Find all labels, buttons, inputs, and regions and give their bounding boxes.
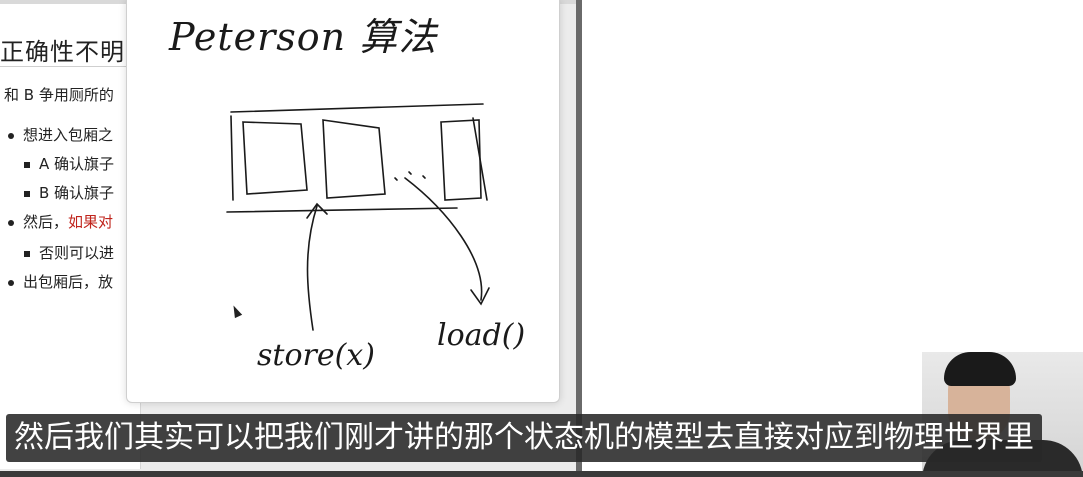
highlight-text: 如果对 <box>68 213 114 231</box>
bullet-icon <box>8 279 14 286</box>
bottom-bar <box>0 471 1083 477</box>
bullet-icon <box>24 161 30 168</box>
list-item: 否则可以进 <box>24 242 114 263</box>
list-item: 想进入包厢之 <box>8 124 113 145</box>
store-label: store(x) <box>257 338 375 373</box>
list-item: 出包厢后，放 <box>8 271 113 292</box>
list-item: 然后，如果对 <box>8 211 113 232</box>
slide-window: 正确性不明 和 B 争用厕所的 想进入包厢之 A 确认旗子 B 确认旗子 然后，… <box>0 4 141 469</box>
bullet-icon <box>8 132 14 139</box>
slide-intro: 和 B 争用厕所的 <box>4 86 114 104</box>
whiteboard-window[interactable]: Peterson 算法 store(x) load() <box>126 0 560 403</box>
bullet-icon <box>8 219 14 226</box>
bullet-icon <box>24 190 30 197</box>
list-item: A 确认旗子 <box>24 153 114 174</box>
list-item: B 确认旗子 <box>24 182 114 203</box>
bullet-icon <box>24 250 30 257</box>
load-label: load() <box>437 318 526 353</box>
subtitle-caption: 然后我们其实可以把我们刚才讲的那个状态机的模型去直接对应到物理世界里 <box>6 414 1042 462</box>
slide-title-rule <box>0 66 140 67</box>
presenter-hair <box>944 352 1016 386</box>
slide-title: 正确性不明 <box>0 38 125 66</box>
